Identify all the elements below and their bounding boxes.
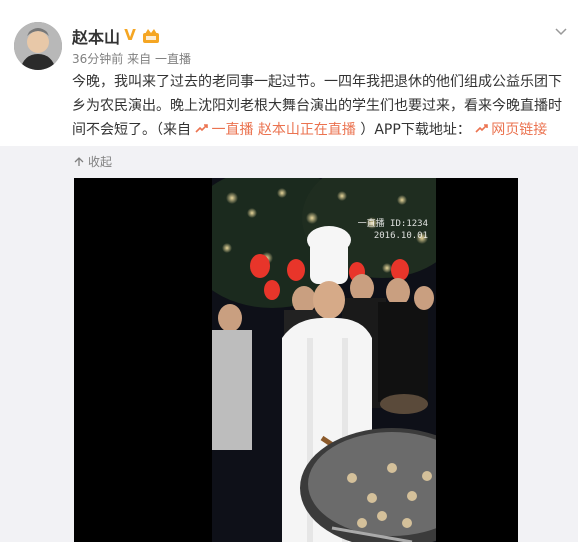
verified-icon: V: [124, 26, 136, 44]
collapse-button[interactable]: 收起: [74, 153, 112, 170]
link-icon: [195, 124, 209, 133]
avatar[interactable]: [14, 22, 62, 70]
post-text-2: ）APP下载地址：: [360, 122, 471, 138]
source-prefix: 来自: [127, 52, 152, 66]
chevron-down-icon[interactable]: [554, 24, 568, 38]
web-link[interactable]: 网页链接: [475, 122, 547, 138]
video-watermark: 一直播 ID:1234 2016.10.01: [358, 218, 428, 242]
post-time[interactable]: 36分钟前: [72, 52, 123, 66]
post-meta: 36分钟前 来自 一直播: [72, 50, 191, 67]
post-source[interactable]: 一直播: [155, 52, 191, 66]
watermark-line-1: 一直播 ID:1234: [357, 219, 428, 229]
web-link-label[interactable]: 网页链接: [491, 122, 547, 138]
live-link[interactable]: 一直播 赵本山正在直播: [195, 122, 360, 138]
live-link-label[interactable]: 一直播 赵本山正在直播: [211, 122, 355, 138]
vip-crown-icon: [143, 29, 159, 43]
author-name[interactable]: 赵本山: [72, 24, 120, 48]
collapse-arrow-icon: [74, 156, 84, 166]
watermark-line-2: 2016.10.01: [373, 231, 428, 241]
post-content: 今晚，我叫来了过去的老同事一起过节。一四年我把退休的他们组成公益乐团下乡为农民演…: [72, 70, 572, 142]
avatar-image: [14, 22, 62, 70]
collapse-label[interactable]: 收起: [88, 153, 112, 170]
link-icon: [475, 124, 489, 133]
video-frame[interactable]: 一直播 ID:1234 2016.10.01: [212, 178, 436, 542]
